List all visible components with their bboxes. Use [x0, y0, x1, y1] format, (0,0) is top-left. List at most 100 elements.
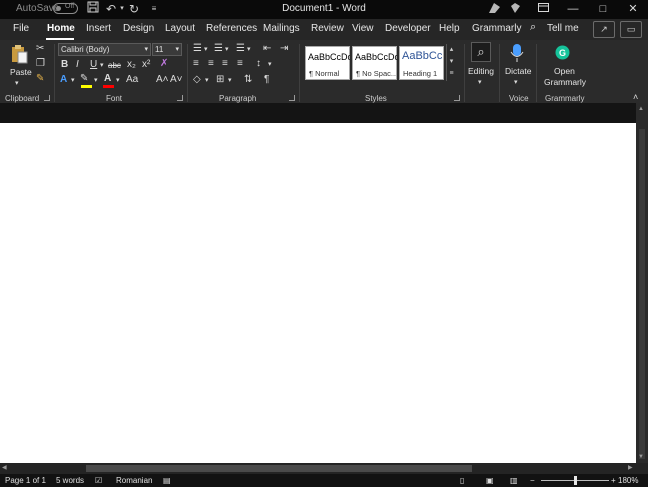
font-color-icon[interactable]: A: [104, 73, 111, 85]
numbering-icon[interactable]: ☰: [214, 43, 223, 55]
underline-dropdown-icon[interactable]: ▾: [100, 60, 104, 72]
collapse-ribbon-icon[interactable]: ˄: [633, 92, 638, 102]
line-spacing-dropdown-icon[interactable]: ▾: [268, 59, 272, 71]
font-launcher-icon[interactable]: [177, 95, 183, 101]
tab-help[interactable]: Help: [439, 23, 460, 34]
highlight-icon[interactable]: ✎: [80, 73, 88, 85]
more-styles-icon[interactable]: ≡: [447, 68, 456, 80]
paragraph-launcher-icon[interactable]: [289, 95, 295, 101]
subscript-button[interactable]: x₂: [127, 59, 136, 71]
tell-me-search[interactable]: Tell me: [547, 23, 579, 34]
shrink-font-button[interactable]: A˅: [170, 74, 183, 86]
strikethrough-button[interactable]: abc: [108, 60, 121, 72]
share-icon[interactable]: ↗: [593, 21, 615, 38]
undo-icon[interactable]: ↶: [104, 1, 118, 17]
tab-home[interactable]: Home: [47, 23, 75, 34]
tab-review[interactable]: Review: [311, 23, 344, 34]
grow-font-button[interactable]: A˄: [156, 74, 169, 86]
tab-developer[interactable]: Developer: [385, 23, 431, 34]
restore-icon[interactable]: □: [589, 0, 617, 19]
horizontal-scroll-thumb[interactable]: [86, 465, 472, 472]
editing-label[interactable]: Editing: [468, 66, 494, 76]
dictate-dropdown-icon[interactable]: ▾: [514, 77, 518, 89]
multilevel-list-icon[interactable]: ☰: [236, 43, 245, 55]
borders-icon[interactable]: ⊞: [216, 74, 224, 86]
print-layout-icon[interactable]: ▣: [486, 476, 494, 485]
align-right-icon[interactable]: ≡: [222, 58, 228, 70]
highlight-dropdown-icon[interactable]: ▾: [94, 75, 98, 87]
style-no-spacing[interactable]: AaBbCcDc ¶ No Spac...: [352, 46, 397, 80]
change-case-button[interactable]: Aa: [126, 74, 138, 86]
show-formatting-icon[interactable]: ¶: [264, 74, 269, 86]
tab-design[interactable]: Design: [123, 23, 154, 34]
read-mode-icon[interactable]: ▯: [460, 476, 464, 485]
multilevel-dropdown-icon[interactable]: ▾: [247, 44, 251, 56]
scroll-left-icon[interactable]: ◀: [2, 464, 7, 471]
minimize-icon[interactable]: —: [559, 0, 587, 19]
web-layout-icon[interactable]: ▥: [510, 476, 518, 485]
open-grammarly-label-1[interactable]: Open: [554, 66, 575, 76]
text-effects-icon[interactable]: A: [60, 74, 67, 86]
zoom-level[interactable]: 180%: [618, 476, 638, 485]
redo-icon[interactable]: ↻: [127, 1, 141, 17]
shading-icon[interactable]: ◇: [193, 74, 201, 86]
zoom-in-button[interactable]: +: [611, 476, 616, 485]
font-name-box[interactable]: Calibri (Body) ▾: [58, 43, 151, 56]
editing-dropdown-icon[interactable]: ▾: [478, 77, 482, 89]
shading-dropdown-icon[interactable]: ▾: [205, 75, 209, 87]
language[interactable]: Romanian: [116, 476, 152, 485]
italic-button[interactable]: I: [76, 59, 79, 71]
vertical-scrollbar[interactable]: ▲ ▼: [636, 103, 648, 463]
paste-label[interactable]: Paste: [10, 67, 32, 77]
line-spacing-icon[interactable]: ↕: [256, 58, 261, 70]
clear-formatting-icon[interactable]: ✗: [160, 58, 168, 70]
superscript-button[interactable]: x²: [142, 59, 150, 71]
bold-button[interactable]: B: [61, 59, 68, 71]
comments-icon[interactable]: ▭: [620, 21, 642, 38]
close-icon[interactable]: ✕: [619, 0, 647, 19]
copy-icon[interactable]: ❐: [36, 58, 45, 70]
save-icon[interactable]: [86, 1, 100, 17]
grammarly-icon[interactable]: G: [555, 45, 570, 60]
proofing-icon[interactable]: ☑: [95, 476, 102, 485]
autosave-toggle[interactable]: Off: [53, 3, 78, 14]
underline-button[interactable]: U: [90, 59, 97, 71]
tab-layout[interactable]: Layout: [165, 23, 195, 34]
font-color-dropdown-icon[interactable]: ▾: [116, 75, 120, 87]
word-count[interactable]: 5 words: [56, 476, 84, 485]
tab-grammarly[interactable]: Grammarly: [472, 23, 521, 34]
style-normal[interactable]: AaBbCcDc ¶ Normal: [305, 46, 350, 80]
justify-icon[interactable]: ≡: [237, 58, 243, 70]
zoom-out-button[interactable]: −: [530, 476, 535, 485]
search-icon[interactable]: ⌕: [530, 21, 536, 34]
scroll-right-icon[interactable]: ▶: [628, 464, 633, 471]
accessibility-icon[interactable]: ▤: [163, 476, 171, 485]
tab-mailings[interactable]: Mailings: [263, 23, 300, 34]
tab-references[interactable]: References: [206, 23, 257, 34]
paste-dropdown-icon[interactable]: ▾: [15, 78, 19, 90]
borders-dropdown-icon[interactable]: ▾: [228, 75, 232, 87]
diamond-icon[interactable]: [508, 1, 522, 17]
decrease-indent-icon[interactable]: ⇤: [263, 43, 271, 55]
zoom-slider-thumb[interactable]: [574, 476, 577, 485]
document-page[interactable]: [0, 123, 636, 463]
ribbon-display-options-icon[interactable]: [529, 0, 557, 19]
cut-icon[interactable]: ✂: [36, 43, 44, 55]
open-grammarly-label-2[interactable]: Grammarly: [544, 77, 586, 87]
scroll-up-icon[interactable]: ▲: [638, 106, 644, 112]
chevron-up-icon[interactable]: ▴: [447, 44, 456, 56]
coauthor-icon[interactable]: [487, 1, 501, 17]
tab-view[interactable]: View: [352, 23, 374, 34]
style-heading-1[interactable]: AaBbCc Heading 1: [399, 46, 444, 80]
chevron-down-icon[interactable]: ▾: [447, 56, 456, 68]
scroll-down-icon[interactable]: ▼: [638, 454, 644, 460]
tab-insert[interactable]: Insert: [86, 23, 111, 34]
bullets-dropdown-icon[interactable]: ▾: [204, 44, 208, 56]
numbering-dropdown-icon[interactable]: ▾: [225, 44, 229, 56]
customize-quick-access-icon[interactable]: ≡: [149, 1, 159, 17]
find-icon[interactable]: ⌕: [471, 42, 491, 62]
font-size-box[interactable]: 11 ▾: [152, 43, 182, 56]
increase-indent-icon[interactable]: ⇥: [280, 43, 288, 55]
paste-icon[interactable]: [10, 44, 28, 64]
bullets-icon[interactable]: ☰: [193, 43, 202, 55]
